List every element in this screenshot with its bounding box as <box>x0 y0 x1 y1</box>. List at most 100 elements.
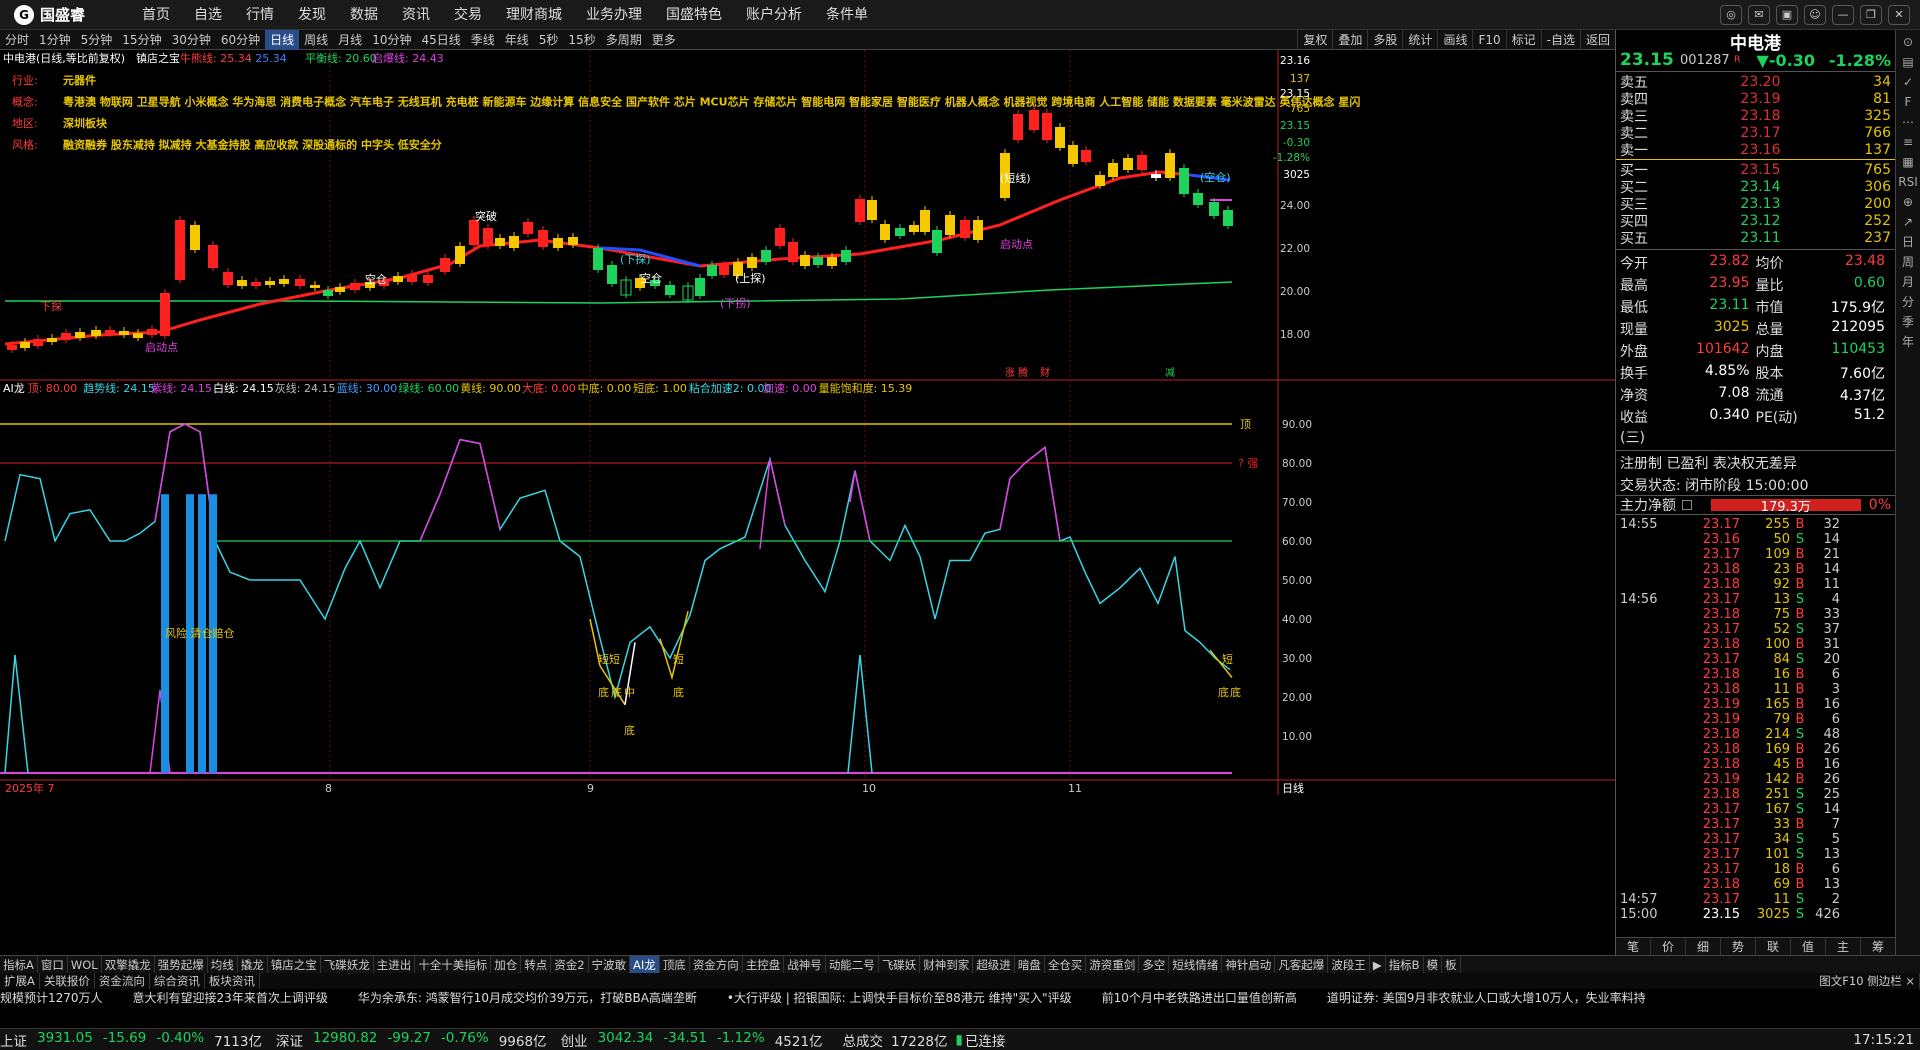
side-tool-3[interactable]: F <box>1905 94 1912 110</box>
mail-icon[interactable]: ✉ <box>1748 4 1770 25</box>
period-tool-2[interactable]: 多股 <box>1367 29 1402 50</box>
sub-tab-1[interactable]: 关联报价 <box>40 973 95 989</box>
period-0[interactable]: 分时 <box>0 30 34 50</box>
period-9[interactable]: 10分钟 <box>367 30 416 50</box>
period-2[interactable]: 5分钟 <box>76 30 118 50</box>
flow-toggle-icon[interactable] <box>1682 500 1692 510</box>
period-7[interactable]: 周线 <box>299 30 333 50</box>
indicator-tab-17[interactable]: 资金方向 <box>690 956 743 973</box>
sub-tab-2[interactable]: 资金流向 <box>95 973 150 989</box>
kline-chart-svg[interactable]: 中电港(日线,等比前复权) 镇店之宝 牛熊线: 25.34: 25.34 平衡线: 2… <box>0 50 1615 955</box>
ticker-item[interactable]: 华为余承东: 鸿蒙智行10月成交均价39万元，打破BBA高端垄断 <box>358 989 727 1006</box>
close-icon[interactable]: ✕ <box>1888 4 1910 25</box>
period-5[interactable]: 60分钟 <box>216 30 265 50</box>
side-tool-15[interactable]: 年 <box>1902 334 1914 350</box>
quote-tab-7[interactable]: 筹 <box>1861 938 1896 955</box>
book-row[interactable]: 买二 23.14 306 <box>1616 178 1895 196</box>
indicator-tab-0[interactable]: 指标A <box>0 956 38 973</box>
nav-item-1[interactable]: 自选 <box>182 0 234 30</box>
side-tool-4[interactable]: ⋯ <box>1902 114 1914 130</box>
nav-item-8[interactable]: 业务办理 <box>574 0 654 30</box>
book-row[interactable]: 买五 23.11 237 <box>1616 229 1895 247</box>
indicator-tab-20[interactable]: 动能二号 <box>826 956 879 973</box>
side-tool-1[interactable]: ▤ <box>1902 54 1913 70</box>
side-tool-8[interactable]: ⊕ <box>1903 194 1913 210</box>
indicator-tab-18[interactable]: 主控盘 <box>743 956 785 973</box>
period-tool-7[interactable]: -自选 <box>1540 29 1580 50</box>
quote-tab-4[interactable]: 联 <box>1756 938 1791 955</box>
indicator-tab-34[interactable]: 模 <box>1424 956 1443 973</box>
indicator-tab-26[interactable]: 游资重剑 <box>1086 956 1140 973</box>
book-row[interactable]: 买一 23.15 765 <box>1616 161 1895 179</box>
index-quote[interactable]: 上证 3931.05 -15.69 -0.40% 7113亿 <box>0 1030 262 1050</box>
period-tool-8[interactable]: 返回 <box>1579 29 1615 50</box>
indicator-tab-3[interactable]: 双擎撬龙 <box>102 956 155 973</box>
side-tool-0[interactable]: ⊙ <box>1903 34 1913 50</box>
period-4[interactable]: 30分钟 <box>167 30 216 50</box>
period-10[interactable]: 45日线 <box>416 30 465 50</box>
nav-item-10[interactable]: 账户分析 <box>734 0 814 30</box>
period-tool-4[interactable]: 画线 <box>1437 29 1472 50</box>
indicator-tab-8[interactable]: 飞碟妖龙 <box>321 956 374 973</box>
indicator-tab-25[interactable]: 全仓买 <box>1045 956 1087 973</box>
indicator-tab-22[interactable]: 财神到家 <box>920 956 974 973</box>
book-row[interactable]: 卖一 23.16 137 <box>1616 141 1895 159</box>
nav-item-0[interactable]: 首页 <box>130 0 182 30</box>
indicator-tab-31[interactable]: 波段王 <box>1328 956 1370 973</box>
user-icon[interactable]: ☺ <box>1804 4 1826 25</box>
book-row[interactable]: 卖五 23.20 34 <box>1616 73 1895 91</box>
minimize-icon[interactable]: — <box>1832 4 1854 25</box>
book-row[interactable]: 买三 23.13 200 <box>1616 195 1895 213</box>
side-tool-9[interactable]: ↗ <box>1903 214 1913 230</box>
skin-icon[interactable]: ▣ <box>1776 4 1798 25</box>
period-3[interactable]: 15分钟 <box>117 30 166 50</box>
period-16[interactable]: 更多 <box>647 30 681 50</box>
indicator-tab-24[interactable]: 暗盘 <box>1015 956 1045 973</box>
period-tool-5[interactable]: F10 <box>1472 29 1505 50</box>
indicator-tab-23[interactable]: 超级进 <box>973 956 1015 973</box>
tick-list[interactable]: 14:55 23.17 255 B 32 23.16 50 S 14 23.17 109 B 21 23.… <box>1616 515 1895 922</box>
indicator-tab-13[interactable]: 资金2 <box>551 956 589 973</box>
indicator-tab-11[interactable]: 加仓 <box>491 956 522 973</box>
indicator-tab-19[interactable]: 战神号 <box>784 956 826 973</box>
side-tool-14[interactable]: 季 <box>1902 314 1914 330</box>
indicator-tab-16[interactable]: 顶底 <box>660 956 690 973</box>
quote-tab-0[interactable]: 笔 <box>1616 938 1651 955</box>
quote-tab-2[interactable]: 细 <box>1686 938 1721 955</box>
book-row[interactable]: 卖二 23.17 766 <box>1616 124 1895 142</box>
indicator-tab-33[interactable]: 指标B <box>1386 956 1424 973</box>
side-tool-6[interactable]: ▦ <box>1902 154 1913 170</box>
sub-tab-3[interactable]: 综合资讯 <box>150 973 205 989</box>
indicator-tab-15[interactable]: AI龙 <box>630 956 660 973</box>
quote-tab-3[interactable]: 势 <box>1721 938 1756 955</box>
period-12[interactable]: 年线 <box>500 30 534 50</box>
side-tool-10[interactable]: 日 <box>1902 234 1914 250</box>
period-tool-0[interactable]: 复权 <box>1297 29 1332 50</box>
sub-tab-4[interactable]: 板块资讯 <box>205 973 260 989</box>
nav-item-4[interactable]: 数据 <box>338 0 390 30</box>
app-logo[interactable]: G 国盛睿 <box>0 4 130 25</box>
nav-item-11[interactable]: 条件单 <box>814 0 880 30</box>
indicator-tab-4[interactable]: 强势起爆 <box>155 956 208 973</box>
indicator-tab-9[interactable]: 主进出 <box>374 956 416 973</box>
side-tool-11[interactable]: 周 <box>1902 254 1914 270</box>
ticker-item[interactable]: •大行评级 | 招银国际: 上调快手目标价至88港元 维持"买入"评级 <box>727 989 1102 1006</box>
period-11[interactable]: 季线 <box>466 30 500 50</box>
indicator-tab-10[interactable]: 十全十美指标 <box>415 956 492 973</box>
period-tool-1[interactable]: 叠加 <box>1332 29 1367 50</box>
chart-area[interactable]: 中电港(日线,等比前复权) 镇店之宝 牛熊线: 25.34: 25.34 平衡线: 2… <box>0 50 1615 955</box>
period-tool-6[interactable]: 标记 <box>1505 29 1541 50</box>
ticker-item[interactable]: 规模预计1270万人 <box>0 989 133 1006</box>
quote-tab-1[interactable]: 价 <box>1651 938 1686 955</box>
indicator-tab-1[interactable]: 窗口 <box>38 956 68 973</box>
indicator-tab-2[interactable]: WOL <box>68 956 102 973</box>
nav-item-5[interactable]: 资讯 <box>390 0 442 30</box>
ticker-item[interactable]: 意大利有望迎接23年来首次上调评级 <box>133 989 358 1006</box>
side-tool-12[interactable]: 月 <box>1902 274 1914 290</box>
period-15[interactable]: 多周期 <box>601 30 647 50</box>
indicator-tab-29[interactable]: 神针启动 <box>1222 956 1276 973</box>
nav-item-6[interactable]: 交易 <box>442 0 494 30</box>
book-row[interactable]: 卖三 23.18 325 <box>1616 107 1895 125</box>
index-quote[interactable]: 深证 12980.82 -99.27 -0.76% 9968亿 <box>276 1030 547 1050</box>
indicator-tab-32[interactable]: ▶ <box>1370 956 1386 973</box>
